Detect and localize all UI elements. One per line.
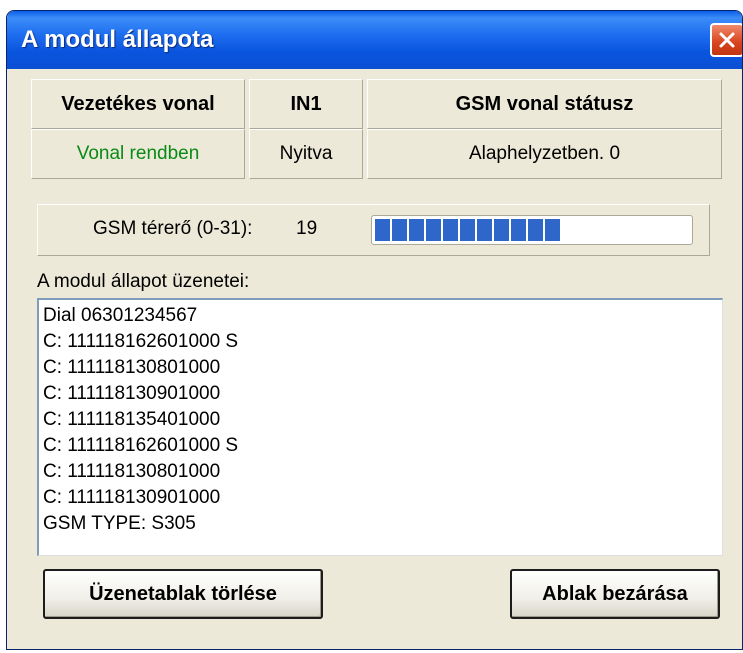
progress-segment — [443, 219, 458, 241]
signal-progress-bar — [371, 215, 693, 245]
signal-value: 19 — [296, 218, 318, 239]
signal-label: GSM térerő (0-31): — [93, 218, 253, 239]
messages-label: A modul állapot üzenetei: — [37, 271, 250, 292]
signal-panel: GSM térerő (0-31): 19 — [37, 204, 710, 256]
message-line: C: 111118162601000 S — [43, 331, 239, 352]
message-line: Dial 06301234567 — [43, 305, 198, 326]
progress-segment — [460, 219, 475, 241]
message-line: C: 111118135401000 — [43, 409, 221, 430]
progress-segment — [477, 219, 492, 241]
progress-segment — [375, 219, 390, 241]
clear-messages-button[interactable]: Üzenetablak törlése — [43, 569, 323, 619]
progress-segment — [494, 219, 509, 241]
wired-line-status: Vonal rendben — [31, 129, 245, 179]
progress-segment — [511, 219, 526, 241]
dialog-window: A modul állapota Vezetékes vonal IN1 GSM… — [6, 10, 743, 650]
message-line: C: 111118162601000 S — [43, 435, 239, 456]
message-line: C: 111118130901000 — [43, 383, 221, 404]
progress-segment — [545, 219, 560, 241]
progress-segment — [426, 219, 441, 241]
progress-segment — [409, 219, 424, 241]
progress-segment — [392, 219, 407, 241]
input-status: Nyitva — [249, 129, 363, 179]
gsm-status-value: Alaphelyzetben. 0 — [367, 129, 722, 179]
message-line: C: 111118130801000 — [43, 357, 221, 378]
close-icon — [719, 32, 735, 48]
message-line: GSM TYPE: S305 — [43, 513, 196, 534]
gsm-status-header: GSM vonal státusz — [367, 79, 722, 129]
wired-line-header: Vezetékes vonal — [31, 79, 245, 129]
progress-segment — [528, 219, 543, 241]
message-line: C: 111118130901000 — [43, 487, 221, 508]
window-title: A modul állapota — [21, 26, 214, 53]
input-header: IN1 — [249, 79, 363, 129]
title-bar[interactable]: A modul állapota — [7, 11, 742, 69]
message-line: C: 111118130801000 — [43, 461, 221, 482]
close-window-button[interactable] — [710, 23, 742, 57]
close-dialog-button[interactable]: Ablak bezárása — [510, 569, 720, 619]
messages-textarea[interactable]: Dial 06301234567 C: 111118162601000 S C: 1… — [37, 298, 723, 556]
signal-progress-fill — [375, 219, 575, 241]
